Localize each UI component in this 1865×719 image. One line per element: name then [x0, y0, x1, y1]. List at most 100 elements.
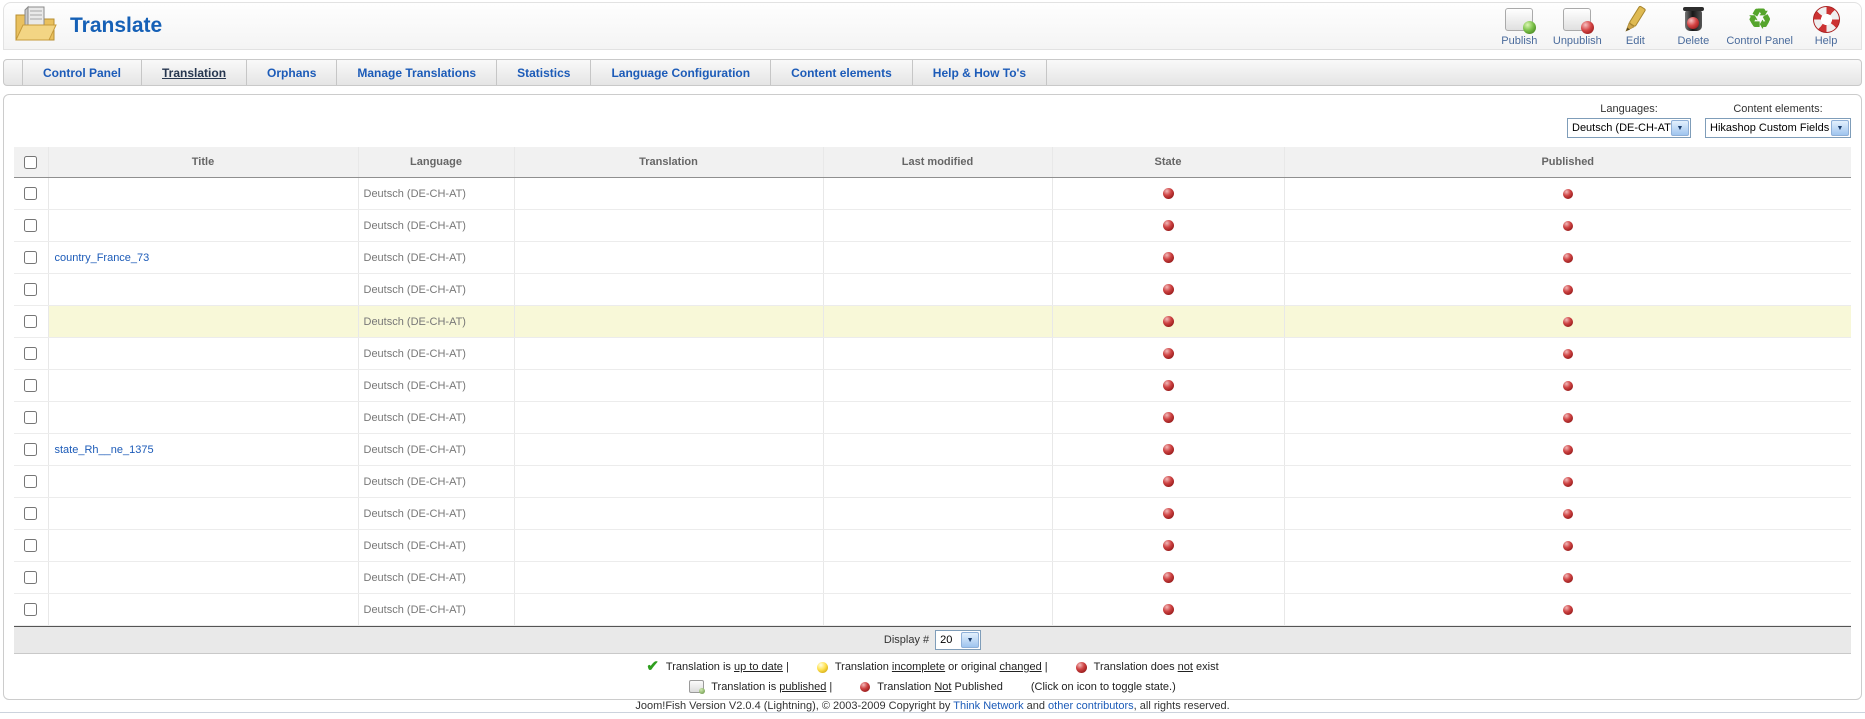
published-icon[interactable] — [1562, 572, 1573, 583]
other-contributors-link[interactable]: other contributors — [1048, 700, 1134, 712]
unpublish-button[interactable]: Unpublish — [1552, 5, 1602, 47]
published-icon[interactable] — [1562, 380, 1573, 391]
tab-content-elements[interactable]: Content elements — [771, 60, 913, 85]
row-checkbox[interactable] — [24, 539, 38, 552]
legend-toggle-note: (Click on icon to toggle state.) — [1030, 680, 1176, 693]
column-header-title: Title — [47, 147, 358, 178]
published-icon[interactable] — [1562, 220, 1573, 231]
row-checkbox[interactable] — [24, 603, 38, 616]
legend-row-published: Translation is published | Translation N… — [14, 680, 1851, 694]
state-icon[interactable] — [1162, 444, 1174, 456]
state-icon[interactable] — [1162, 252, 1174, 264]
help-button[interactable]: Help — [1801, 5, 1851, 47]
tab-bar: Control Panel Translation Orphans Manage… — [3, 59, 1862, 86]
row-checkbox[interactable] — [24, 251, 38, 264]
published-icon[interactable] — [1562, 444, 1573, 455]
state-icon[interactable] — [1162, 604, 1174, 616]
think-network-link[interactable]: Think Network — [953, 700, 1023, 712]
published-icon[interactable] — [1562, 252, 1573, 263]
content-elements-select[interactable]: Hikashop Custom Fields ▼ — [1705, 118, 1851, 138]
tab-control-panel[interactable]: Control Panel — [22, 60, 143, 85]
tab-translation[interactable]: Translation — [142, 60, 248, 85]
last-modified-cell — [822, 561, 1052, 594]
table-row: Deutsch (DE-CH-AT) — [14, 305, 1851, 338]
language-cell: Deutsch (DE-CH-AT) — [357, 369, 514, 402]
last-modified-cell — [822, 465, 1052, 498]
state-icon[interactable] — [1162, 540, 1174, 552]
ball-yellow-icon — [816, 661, 828, 673]
display-count-label: Display # — [883, 634, 930, 646]
published-icon[interactable] — [1562, 188, 1573, 199]
publish-mini-icon — [689, 680, 706, 694]
row-checkbox[interactable] — [24, 219, 38, 232]
column-header-state: State — [1051, 147, 1284, 178]
tab-orphans[interactable]: Orphans — [247, 60, 338, 85]
table-row: Deutsch (DE-CH-AT) — [14, 401, 1851, 434]
pagination-bar: Display # 20 ▼ — [14, 626, 1851, 654]
row-checkbox[interactable] — [24, 283, 38, 296]
row-checkbox[interactable] — [24, 411, 38, 424]
select-all-checkbox[interactable] — [24, 155, 38, 169]
published-icon[interactable] — [1562, 476, 1573, 487]
row-checkbox[interactable] — [24, 347, 38, 360]
row-checkbox[interactable] — [24, 443, 38, 456]
row-title-link[interactable]: state_Rh__ne_1375 — [55, 444, 154, 456]
column-header-translation: Translation — [513, 147, 823, 178]
language-cell: Deutsch (DE-CH-AT) — [357, 241, 514, 274]
state-icon[interactable] — [1162, 476, 1174, 488]
last-modified-cell — [822, 177, 1052, 210]
published-icon[interactable] — [1562, 604, 1573, 615]
published-icon[interactable] — [1562, 412, 1573, 423]
tab-language-configuration[interactable]: Language Configuration — [591, 60, 772, 85]
published-icon[interactable] — [1562, 540, 1573, 551]
content-elements-filter: Content elements: Hikashop Custom Fields… — [1705, 103, 1851, 143]
edit-button[interactable]: Edit — [1610, 5, 1660, 47]
last-modified-cell — [822, 433, 1052, 466]
delete-button[interactable]: Delete — [1668, 5, 1718, 47]
table-row: Deutsch (DE-CH-AT) — [14, 593, 1851, 626]
state-icon[interactable] — [1162, 572, 1174, 584]
row-title-link[interactable]: country_France_73 — [55, 252, 150, 264]
title-cell — [47, 561, 358, 594]
published-icon[interactable] — [1562, 284, 1573, 295]
published-icon[interactable] — [1562, 316, 1573, 327]
table-body: Deutsch (DE-CH-AT) Deutsch (DE-CH-AT) coun… — [14, 177, 1851, 626]
tab-manage-translations[interactable]: Manage Translations — [337, 60, 498, 85]
display-count-select[interactable]: 20 ▼ — [935, 630, 982, 650]
state-icon[interactable] — [1162, 508, 1174, 520]
table-row: Deutsch (DE-CH-AT) — [14, 209, 1851, 242]
filter-bar: Languages: Deutsch (DE-CH-AT) ▼ Content … — [14, 103, 1851, 143]
state-icon[interactable] — [1162, 380, 1174, 392]
column-header-published: Published — [1283, 147, 1851, 178]
title-cell — [47, 593, 358, 626]
state-icon[interactable] — [1162, 348, 1174, 360]
language-cell: Deutsch (DE-CH-AT) — [357, 209, 514, 242]
state-icon[interactable] — [1162, 284, 1174, 296]
translation-cell — [513, 465, 823, 498]
tab-statistics[interactable]: Statistics — [497, 60, 592, 85]
row-checkbox[interactable] — [24, 475, 38, 488]
state-icon[interactable] — [1162, 220, 1174, 232]
languages-select[interactable]: Deutsch (DE-CH-AT) ▼ — [1567, 118, 1691, 138]
published-icon[interactable] — [1562, 348, 1573, 359]
legend-incomplete: Translation incomplete or original chang… — [816, 661, 1048, 673]
tab-help-how-tos[interactable]: Help & How To's — [913, 60, 1048, 85]
publish-button[interactable]: Publish — [1494, 5, 1544, 47]
last-modified-cell — [822, 337, 1052, 370]
row-checkbox[interactable] — [24, 315, 38, 328]
last-modified-cell — [822, 369, 1052, 402]
published-icon[interactable] — [1562, 508, 1573, 519]
control-panel-button[interactable]: ♻ Control Panel — [1726, 5, 1793, 47]
state-icon[interactable] — [1162, 412, 1174, 424]
language-cell: Deutsch (DE-CH-AT) — [357, 433, 514, 466]
row-checkbox[interactable] — [24, 571, 38, 584]
row-checkbox[interactable] — [24, 507, 38, 520]
state-icon[interactable] — [1162, 316, 1174, 328]
row-checkbox[interactable] — [24, 379, 38, 392]
last-modified-cell — [822, 273, 1052, 306]
title-cell — [47, 465, 358, 498]
state-icon[interactable] — [1162, 188, 1174, 200]
last-modified-cell — [822, 241, 1052, 274]
row-checkbox[interactable] — [24, 187, 38, 200]
last-modified-cell — [822, 529, 1052, 562]
